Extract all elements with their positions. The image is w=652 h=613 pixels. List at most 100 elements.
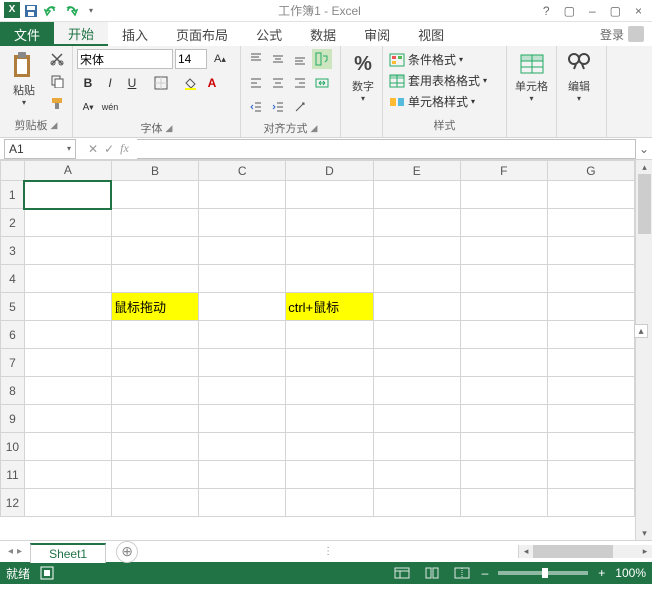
cell[interactable] (460, 181, 547, 209)
cell[interactable] (24, 405, 111, 433)
cell[interactable] (24, 237, 111, 265)
cell[interactable] (24, 209, 111, 237)
alignment-launcher[interactable]: ◢ (311, 123, 318, 134)
copy-button[interactable] (47, 71, 67, 91)
tab-view[interactable]: 视图 (404, 22, 458, 46)
qat-save-button[interactable] (22, 2, 40, 20)
decrease-indent-button[interactable] (246, 97, 266, 117)
cell[interactable] (199, 405, 286, 433)
cell[interactable] (373, 405, 460, 433)
cell[interactable] (373, 181, 460, 209)
cell[interactable] (24, 349, 111, 377)
scroll-left-button[interactable]: ◂ (519, 546, 533, 557)
tab-formulas[interactable]: 公式 (242, 22, 296, 46)
cell[interactable] (547, 293, 634, 321)
scroll-up-button[interactable]: ▴ (636, 160, 652, 174)
zoom-slider[interactable] (498, 571, 588, 575)
cell[interactable] (460, 433, 547, 461)
formula-input[interactable] (137, 139, 636, 159)
bold-button[interactable]: B (78, 73, 98, 93)
row-header[interactable]: 7 (1, 349, 25, 377)
col-header[interactable]: F (460, 161, 547, 181)
minimize-button[interactable]: – (585, 4, 600, 18)
sheet-nav-prev[interactable]: ◂ (8, 546, 13, 557)
zoom-knob[interactable] (542, 568, 548, 578)
cell[interactable] (547, 349, 634, 377)
format-as-table-button[interactable]: 套用表格格式▾ (387, 71, 489, 90)
fill-color-button[interactable] (180, 73, 200, 93)
cell[interactable] (24, 489, 111, 517)
cancel-formula-button[interactable]: ✕ (88, 142, 98, 156)
row-header[interactable]: 8 (1, 377, 25, 405)
cell[interactable] (286, 209, 373, 237)
align-left-button[interactable] (246, 73, 266, 93)
row-header[interactable]: 5 (1, 293, 25, 321)
clipboard-launcher[interactable]: ◢ (51, 120, 58, 131)
qat-customize-button[interactable]: ▾ (82, 2, 100, 20)
tab-insert[interactable]: 插入 (108, 22, 162, 46)
cell[interactable] (460, 321, 547, 349)
col-header[interactable]: E (373, 161, 460, 181)
cell[interactable] (24, 377, 111, 405)
cell[interactable] (373, 209, 460, 237)
cell[interactable] (199, 265, 286, 293)
cell[interactable] (199, 349, 286, 377)
cell[interactable] (460, 405, 547, 433)
cell[interactable] (199, 461, 286, 489)
col-header[interactable]: B (111, 161, 198, 181)
scroll-down-button[interactable]: ▾ (636, 526, 652, 540)
cell[interactable] (199, 209, 286, 237)
hscroll-thumb[interactable] (533, 545, 613, 558)
cell-B5[interactable]: 鼠标拖动 (111, 293, 198, 321)
tab-page-layout[interactable]: 页面布局 (162, 22, 242, 46)
view-page-break-button[interactable] (452, 565, 472, 581)
cell-A1[interactable] (24, 181, 111, 209)
row-header[interactable]: 11 (1, 461, 25, 489)
cell[interactable] (460, 293, 547, 321)
cell[interactable] (111, 237, 198, 265)
cell[interactable] (547, 321, 634, 349)
cell[interactable] (111, 433, 198, 461)
cell[interactable] (286, 433, 373, 461)
qat-undo-button[interactable] (42, 2, 60, 20)
zoom-in-button[interactable]: + (598, 566, 605, 580)
align-bottom-button[interactable] (290, 49, 310, 69)
cell[interactable] (199, 433, 286, 461)
cell[interactable] (24, 461, 111, 489)
horizontal-scrollbar[interactable]: ◂ ▸ (518, 545, 652, 558)
cell[interactable] (373, 461, 460, 489)
cell[interactable] (460, 377, 547, 405)
cell[interactable] (547, 377, 634, 405)
sheet-tab[interactable]: Sheet1 (30, 543, 106, 563)
scroll-to-top-icon[interactable]: ▴ (634, 324, 648, 338)
cell[interactable] (460, 209, 547, 237)
number-format-button[interactable]: % 数字 ▾ (345, 48, 381, 105)
cell[interactable] (111, 461, 198, 489)
cell[interactable] (111, 181, 198, 209)
cell[interactable] (547, 237, 634, 265)
row-header[interactable]: 10 (1, 433, 25, 461)
col-header[interactable]: D (286, 161, 373, 181)
cell[interactable] (373, 489, 460, 517)
grid[interactable]: A B C D E F G 1 2 3 4 5鼠标拖动ctrl+鼠标 6 7 8… (0, 160, 635, 540)
align-center-button[interactable] (268, 73, 288, 93)
font-color-button[interactable]: A (202, 73, 222, 93)
cell-D5[interactable]: ctrl+鼠标 (286, 293, 373, 321)
ribbon-display-options-button[interactable]: ▢ (560, 4, 579, 18)
tab-review[interactable]: 审阅 (350, 22, 404, 46)
select-all-corner[interactable] (1, 161, 25, 181)
font-size-select[interactable] (175, 49, 207, 69)
expand-formula-bar-button[interactable]: ⌄ (636, 142, 652, 156)
cell[interactable] (460, 461, 547, 489)
cell[interactable] (199, 377, 286, 405)
cell[interactable] (111, 377, 198, 405)
decrease-font-button[interactable]: A▾ (78, 97, 98, 117)
fx-icon[interactable]: fx (120, 141, 129, 156)
sign-in-button[interactable]: 登录 (592, 22, 652, 46)
font-launcher[interactable]: ◢ (166, 123, 173, 134)
qat-redo-button[interactable] (62, 2, 80, 20)
view-normal-button[interactable] (392, 565, 412, 581)
tab-data[interactable]: 数据 (296, 22, 350, 46)
tab-scroll-split[interactable]: ⋮ (138, 546, 518, 557)
maximize-button[interactable]: ▢ (606, 4, 625, 18)
